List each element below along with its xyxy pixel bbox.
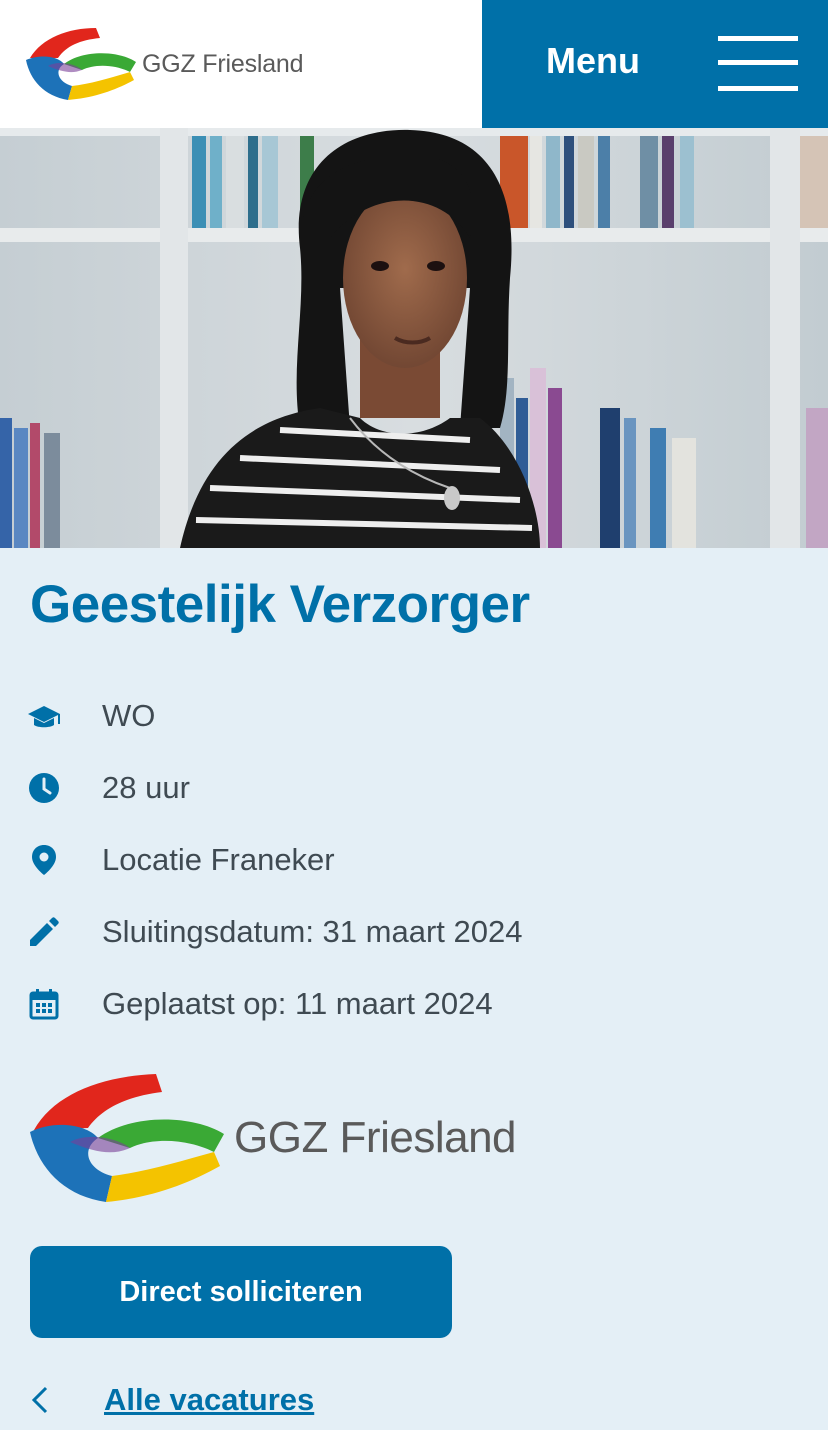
all-vacancies-link[interactable]: Alle vacatures (28, 1376, 314, 1424)
calendar-icon (28, 988, 60, 1020)
detail-text: Geplaatst op: 11 maart 2024 (102, 986, 493, 1021)
site-logo[interactable]: GGZ Friesland (24, 24, 314, 104)
detail-education: WO (28, 680, 808, 752)
logo-text: GGZ Friesland (142, 49, 304, 78)
hero-portrait-image (0, 128, 828, 548)
employer-logo-text: GGZ Friesland (234, 1113, 517, 1162)
ggz-friesland-logo-icon (30, 1074, 224, 1202)
job-details-list: WO 28 uur Locatie Franeker Sluitingsdatu… (28, 680, 808, 1040)
location-pin-icon (28, 844, 60, 876)
site-header: GGZ Friesland Menu (0, 0, 828, 128)
pencil-icon (28, 916, 60, 948)
all-vacancies-label: Alle vacatures (104, 1382, 315, 1417)
graduation-cap-icon (28, 700, 60, 732)
detail-text: 28 uur (102, 770, 190, 805)
detail-posted-date: Geplaatst op: 11 maart 2024 (28, 968, 808, 1040)
menu-label: Menu (546, 40, 640, 81)
detail-text: Sluitingsdatum: 31 maart 2024 (102, 914, 523, 949)
chevron-left-icon (31, 1386, 48, 1414)
detail-text: Locatie Franeker (102, 842, 335, 877)
hamburger-icon (718, 36, 798, 92)
clock-icon (28, 772, 60, 804)
apply-button[interactable]: Direct solliciteren (30, 1246, 452, 1338)
hero-photo (0, 128, 828, 548)
detail-text: WO (102, 698, 156, 733)
employer-logo: GGZ Friesland (28, 1068, 528, 1208)
menu-button[interactable]: Menu (482, 0, 828, 128)
ggz-friesland-logo-icon (26, 28, 136, 100)
detail-location: Locatie Franeker (28, 824, 808, 896)
detail-hours: 28 uur (28, 752, 808, 824)
detail-closing-date: Sluitingsdatum: 31 maart 2024 (28, 896, 808, 968)
job-title: Geestelijk Verzorger (30, 575, 530, 634)
